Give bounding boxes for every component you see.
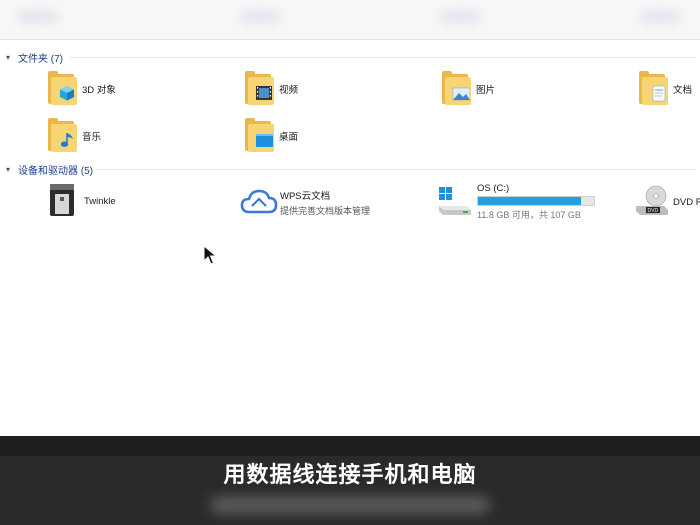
folder-label: 文档	[673, 85, 693, 96]
folder-3d-objects[interactable]: 3D 对象	[46, 70, 116, 108]
blurred-subtitle	[210, 496, 490, 514]
folder-label: 音乐	[82, 132, 102, 143]
capacity-bar	[477, 196, 595, 206]
folder-label: 视频	[279, 85, 299, 96]
folder-icon	[440, 70, 474, 108]
toolbar-blur	[640, 10, 680, 24]
section-divider	[70, 57, 695, 58]
device-label: WPS云文档	[280, 190, 331, 202]
section-header-devices[interactable]: ▾ 设备和驱动器 (5)	[6, 161, 93, 177]
music-note-icon	[60, 133, 73, 147]
capacity-fill	[478, 197, 582, 205]
folder-icon	[243, 117, 277, 155]
mouse-cursor-icon	[203, 245, 217, 265]
chevron-down-icon: ▾	[6, 52, 11, 62]
folder-desktop[interactable]: 桌面	[243, 117, 298, 155]
folder-label: 桌面	[279, 132, 299, 143]
folder-pictures[interactable]: 图片	[440, 70, 495, 108]
folder-music[interactable]: 音乐	[46, 117, 101, 155]
device-twinkle[interactable]: Twinkle	[46, 182, 116, 220]
tower-computer-icon	[46, 182, 80, 220]
drive-label: DVD R	[673, 196, 700, 208]
toolbar-blur	[18, 10, 58, 24]
dvd-drive-icon: DVD	[634, 184, 670, 220]
section-title: 设备和驱动器 (5)	[18, 165, 93, 177]
folder-icon	[637, 70, 671, 108]
folder-icon	[46, 117, 80, 155]
section-header-folders[interactable]: ▾ 文件夹 (7)	[6, 49, 63, 65]
section-title: 文件夹 (7)	[18, 53, 63, 65]
cloud-icon	[240, 186, 278, 218]
desktop-icon	[256, 134, 273, 147]
device-wps-cloud[interactable]: WPS云文档 提供完善文档版本管理	[240, 186, 370, 218]
section-divider	[95, 169, 695, 170]
chevron-down-icon: ▾	[6, 164, 11, 174]
film-icon	[256, 86, 272, 100]
folder-documents[interactable]: 文档	[637, 70, 692, 108]
toolbar-blur	[440, 10, 480, 24]
picture-icon	[452, 87, 470, 101]
folder-label: 3D 对象	[82, 85, 116, 96]
drive-os-c[interactable]: OS (C:) 11.8 GB 可用，共 107 GB	[437, 183, 595, 221]
svg-text:DVD: DVD	[648, 208, 659, 214]
drive-dvd[interactable]: DVD DVD R	[634, 184, 700, 220]
folder-label: 图片	[476, 85, 496, 96]
device-label: Twinkle	[84, 195, 116, 207]
device-description: 提供完善文档版本管理	[280, 205, 371, 216]
folder-videos[interactable]: 视频	[243, 70, 298, 108]
system-drive-icon	[437, 184, 473, 220]
document-icon	[652, 85, 666, 102]
window-toolbar	[0, 0, 700, 40]
drive-free-space: 11.8 GB 可用，共 107 GB	[477, 210, 581, 220]
folder-icon	[243, 70, 277, 108]
drive-label: OS (C:)	[477, 183, 510, 194]
video-caption: 用数据线连接手机和电脑	[223, 463, 477, 488]
cube-icon	[60, 86, 74, 101]
toolbar-blur	[240, 10, 280, 24]
folder-icon	[46, 70, 80, 108]
